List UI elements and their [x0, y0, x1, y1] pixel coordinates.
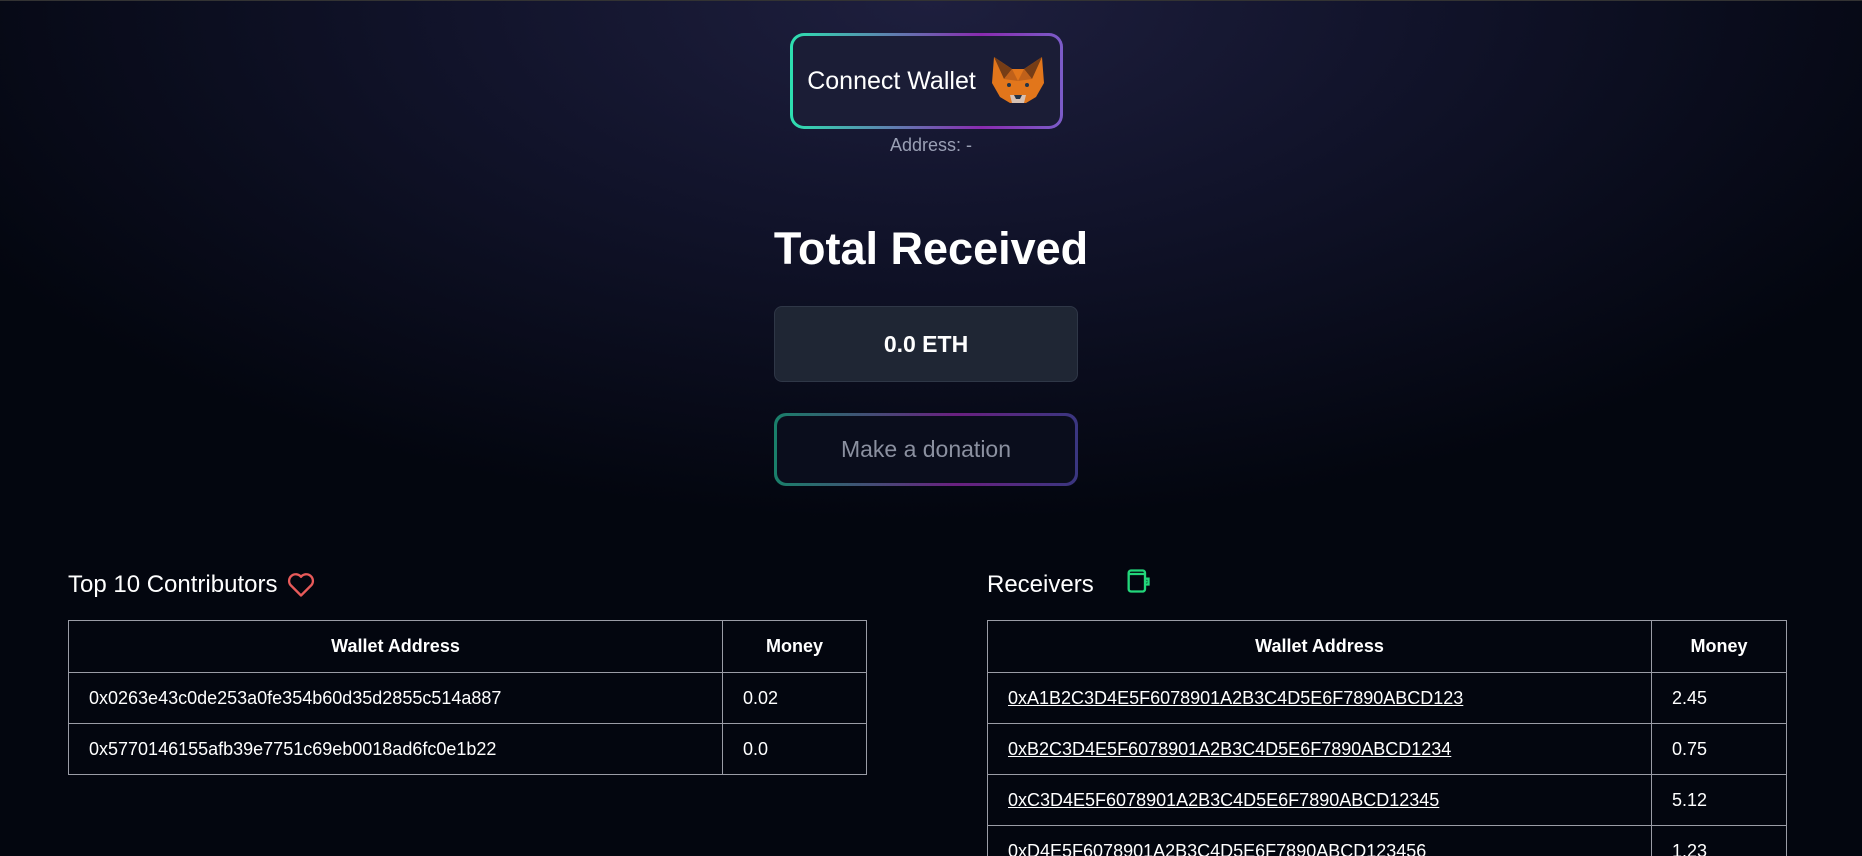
money-cell: 2.45 — [1651, 672, 1787, 724]
column-header-wallet: Wallet Address — [68, 620, 723, 673]
table-row: 0x0263e43c0de253a0fe354b60d35d2855c514a8… — [68, 672, 867, 724]
wallet-address-cell: 0x0263e43c0de253a0fe354b60d35d2855c514a8… — [68, 672, 723, 724]
total-received-value: 0.0 ETH — [774, 306, 1078, 382]
receiver-address-link[interactable]: 0xA1B2C3D4E5F6078901A2B3C4D5E6F7890ABCD1… — [1008, 688, 1463, 708]
money-cell: 0.75 — [1651, 723, 1787, 775]
metamask-fox-icon — [991, 57, 1044, 103]
column-header-wallet: Wallet Address — [987, 620, 1652, 673]
make-donation-label: Make a donation — [777, 416, 1075, 483]
receivers-heading: Receivers — [987, 569, 1152, 599]
table-header: Wallet Address Money — [987, 620, 1787, 673]
connect-wallet-label: Connect Wallet — [807, 66, 976, 95]
wallet-address-text: Address: - — [889, 135, 973, 155]
address-container: Address: - — [0, 135, 1862, 156]
receivers-title: Receivers — [987, 571, 1094, 598]
table-row: 0xD4E5F6078901A2B3C4D5E6F7890ABCD123456 1… — [987, 825, 1787, 856]
make-donation-button[interactable]: Make a donation — [774, 413, 1078, 486]
money-cell: 5.12 — [1651, 774, 1787, 826]
contributors-title: Top 10 Contributors — [68, 571, 278, 598]
connect-wallet-inner: Connect Wallet — [793, 36, 1060, 126]
receiver-address-link[interactable]: 0xD4E5F6078901A2B3C4D5E6F7890ABCD123456 — [1008, 841, 1426, 856]
connect-wallet-button[interactable]: Connect Wallet — [790, 33, 1063, 129]
receiver-address-link[interactable]: 0xB2C3D4E5F6078901A2B3C4D5E6F7890ABCD123… — [1008, 739, 1451, 759]
wallet-icon — [1127, 569, 1150, 593]
money-cell: 1.23 — [1651, 825, 1787, 856]
table-row: 0x5770146155afb39e7751c69eb0018ad6fc0e1b… — [68, 723, 867, 775]
contributors-table: Wallet Address Money 0x0263e43c0de253a0fe… — [68, 620, 867, 775]
table-row: 0xB2C3D4E5F6078901A2B3C4D5E6F7890ABCD123… — [987, 723, 1787, 775]
table-header: Wallet Address Money — [68, 620, 867, 673]
title-container: Total Received — [0, 223, 1862, 275]
wallet-address-cell: 0x5770146155afb39e7751c69eb0018ad6fc0e1b… — [68, 723, 723, 775]
column-header-money: Money — [1651, 620, 1787, 673]
contributors-heading: Top 10 Contributors — [68, 571, 315, 599]
receivers-table: Wallet Address Money 0xA1B2C3D4E5F6078901… — [987, 620, 1787, 856]
table-row: 0xA1B2C3D4E5F6078901A2B3C4D5E6F7890ABCD1… — [987, 672, 1787, 724]
total-received-title: Total Received — [773, 223, 1089, 274]
receiver-address-link[interactable]: 0xC3D4E5F6078901A2B3C4D5E6F7890ABCD12345 — [1008, 790, 1439, 810]
column-header-money: Money — [722, 620, 867, 673]
money-cell: 0.02 — [722, 672, 867, 724]
money-cell: 0.0 — [722, 723, 867, 775]
heart-icon — [288, 573, 315, 597]
table-row: 0xC3D4E5F6078901A2B3C4D5E6F7890ABCD12345… — [987, 774, 1787, 826]
